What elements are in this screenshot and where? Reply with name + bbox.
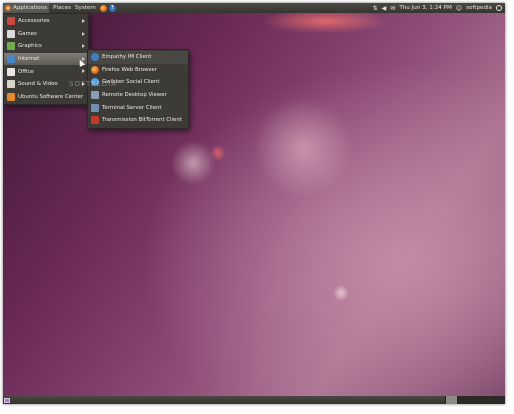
- user-icon: ☺: [455, 4, 463, 12]
- applications-menu[interactable]: Applications: [3, 3, 50, 13]
- workspace-4[interactable]: [481, 396, 493, 404]
- workspace-2[interactable]: [457, 396, 469, 404]
- terminal-server-icon: [91, 103, 99, 112]
- system-tray: ⇅ ◀ ✉ Thu Jun 3, 1:24 PM ☺ softpedia: [373, 5, 505, 12]
- applications-dropdown: Accessories Games Graphics Internet Offi…: [3, 13, 89, 106]
- firefox-icon: [91, 65, 99, 74]
- workspace-1[interactable]: [445, 396, 457, 404]
- chevron-right-icon: [82, 19, 85, 23]
- clock[interactable]: Thu Jun 3, 1:24 PM: [399, 5, 451, 11]
- internet-submenu: Empathy IM Client Firefox Web Browser Gw…: [87, 49, 189, 129]
- menu-item-accessories[interactable]: Accessories: [4, 15, 88, 28]
- internet-icon: [7, 55, 15, 64]
- submenu-item-remote-desktop[interactable]: Remote Desktop Viewer: [88, 89, 188, 102]
- trash-icon[interactable]: [493, 396, 505, 404]
- menu-item-graphics[interactable]: Graphics: [4, 40, 88, 53]
- network-icon[interactable]: ⇅: [373, 5, 378, 12]
- workspace-3[interactable]: [469, 396, 481, 404]
- top-panel: Applications Places System ? ⇅ ◀ ✉ Thu J…: [3, 3, 505, 13]
- screen-frame: Applications Places System ? ⇅ ◀ ✉ Thu J…: [3, 3, 505, 404]
- transmission-icon: [91, 116, 99, 125]
- applications-menu-label: Applications: [13, 5, 48, 11]
- menu-item-label: Sound & Video: [18, 81, 58, 88]
- system-menu[interactable]: System: [75, 5, 96, 11]
- menu-item-software-center[interactable]: Ubuntu Software Center: [4, 91, 88, 104]
- volume-icon[interactable]: ◀: [382, 5, 387, 12]
- accessories-icon: [7, 17, 15, 26]
- bottom-panel: [3, 396, 505, 404]
- menu-item-office[interactable]: Office: [4, 65, 88, 78]
- graphics-icon: [7, 42, 15, 51]
- submenu-item-label: Terminal Server Client: [102, 104, 162, 111]
- menu-item-label: Ubuntu Software Center: [18, 93, 84, 100]
- sound-video-icon: [7, 80, 15, 89]
- submenu-item-label: Transmission BitTorrent Client: [102, 117, 182, 124]
- submenu-item-transmission[interactable]: Transmission BitTorrent Client: [88, 114, 188, 127]
- places-menu[interactable]: Places: [53, 5, 71, 11]
- submenu-item-label: Firefox Web Browser: [102, 66, 157, 73]
- help-launcher-icon[interactable]: ?: [108, 4, 116, 12]
- submenu-item-terminal-server[interactable]: Terminal Server Client: [88, 101, 188, 114]
- submenu-item-empathy[interactable]: Empathy IM Client: [88, 51, 188, 64]
- empathy-icon: [91, 53, 99, 62]
- user-name[interactable]: softpedia: [466, 5, 492, 11]
- firefox-launcher-icon[interactable]: [99, 4, 107, 12]
- chevron-right-icon: [82, 31, 85, 36]
- chevron-right-icon: [82, 69, 85, 74]
- menu-item-label: Graphics: [18, 43, 42, 50]
- ubuntu-logo-icon: [5, 5, 11, 11]
- software-center-icon: [7, 92, 15, 101]
- games-icon: [7, 29, 15, 38]
- menu-item-internet[interactable]: Internet: [4, 52, 88, 66]
- office-icon: [7, 67, 15, 76]
- submenu-item-label: Remote Desktop Viewer: [102, 92, 167, 99]
- watermark: SOFTPEDIA: [69, 80, 118, 88]
- remote-desktop-icon: [91, 91, 99, 100]
- menu-item-label: Accessories: [18, 18, 50, 25]
- chevron-right-icon: [82, 44, 85, 49]
- submenu-item-firefox[interactable]: Firefox Web Browser: [88, 64, 188, 77]
- menu-item-label: Internet: [18, 56, 40, 63]
- power-icon[interactable]: [496, 5, 502, 11]
- menu-item-label: Games: [18, 30, 37, 37]
- show-desktop-icon[interactable]: [4, 397, 10, 403]
- workspace-switcher: [445, 396, 505, 404]
- mail-icon[interactable]: ✉: [390, 5, 395, 12]
- submenu-item-label: Empathy IM Client: [102, 54, 152, 61]
- menu-item-label: Office: [18, 68, 34, 75]
- menu-item-games[interactable]: Games: [4, 28, 88, 41]
